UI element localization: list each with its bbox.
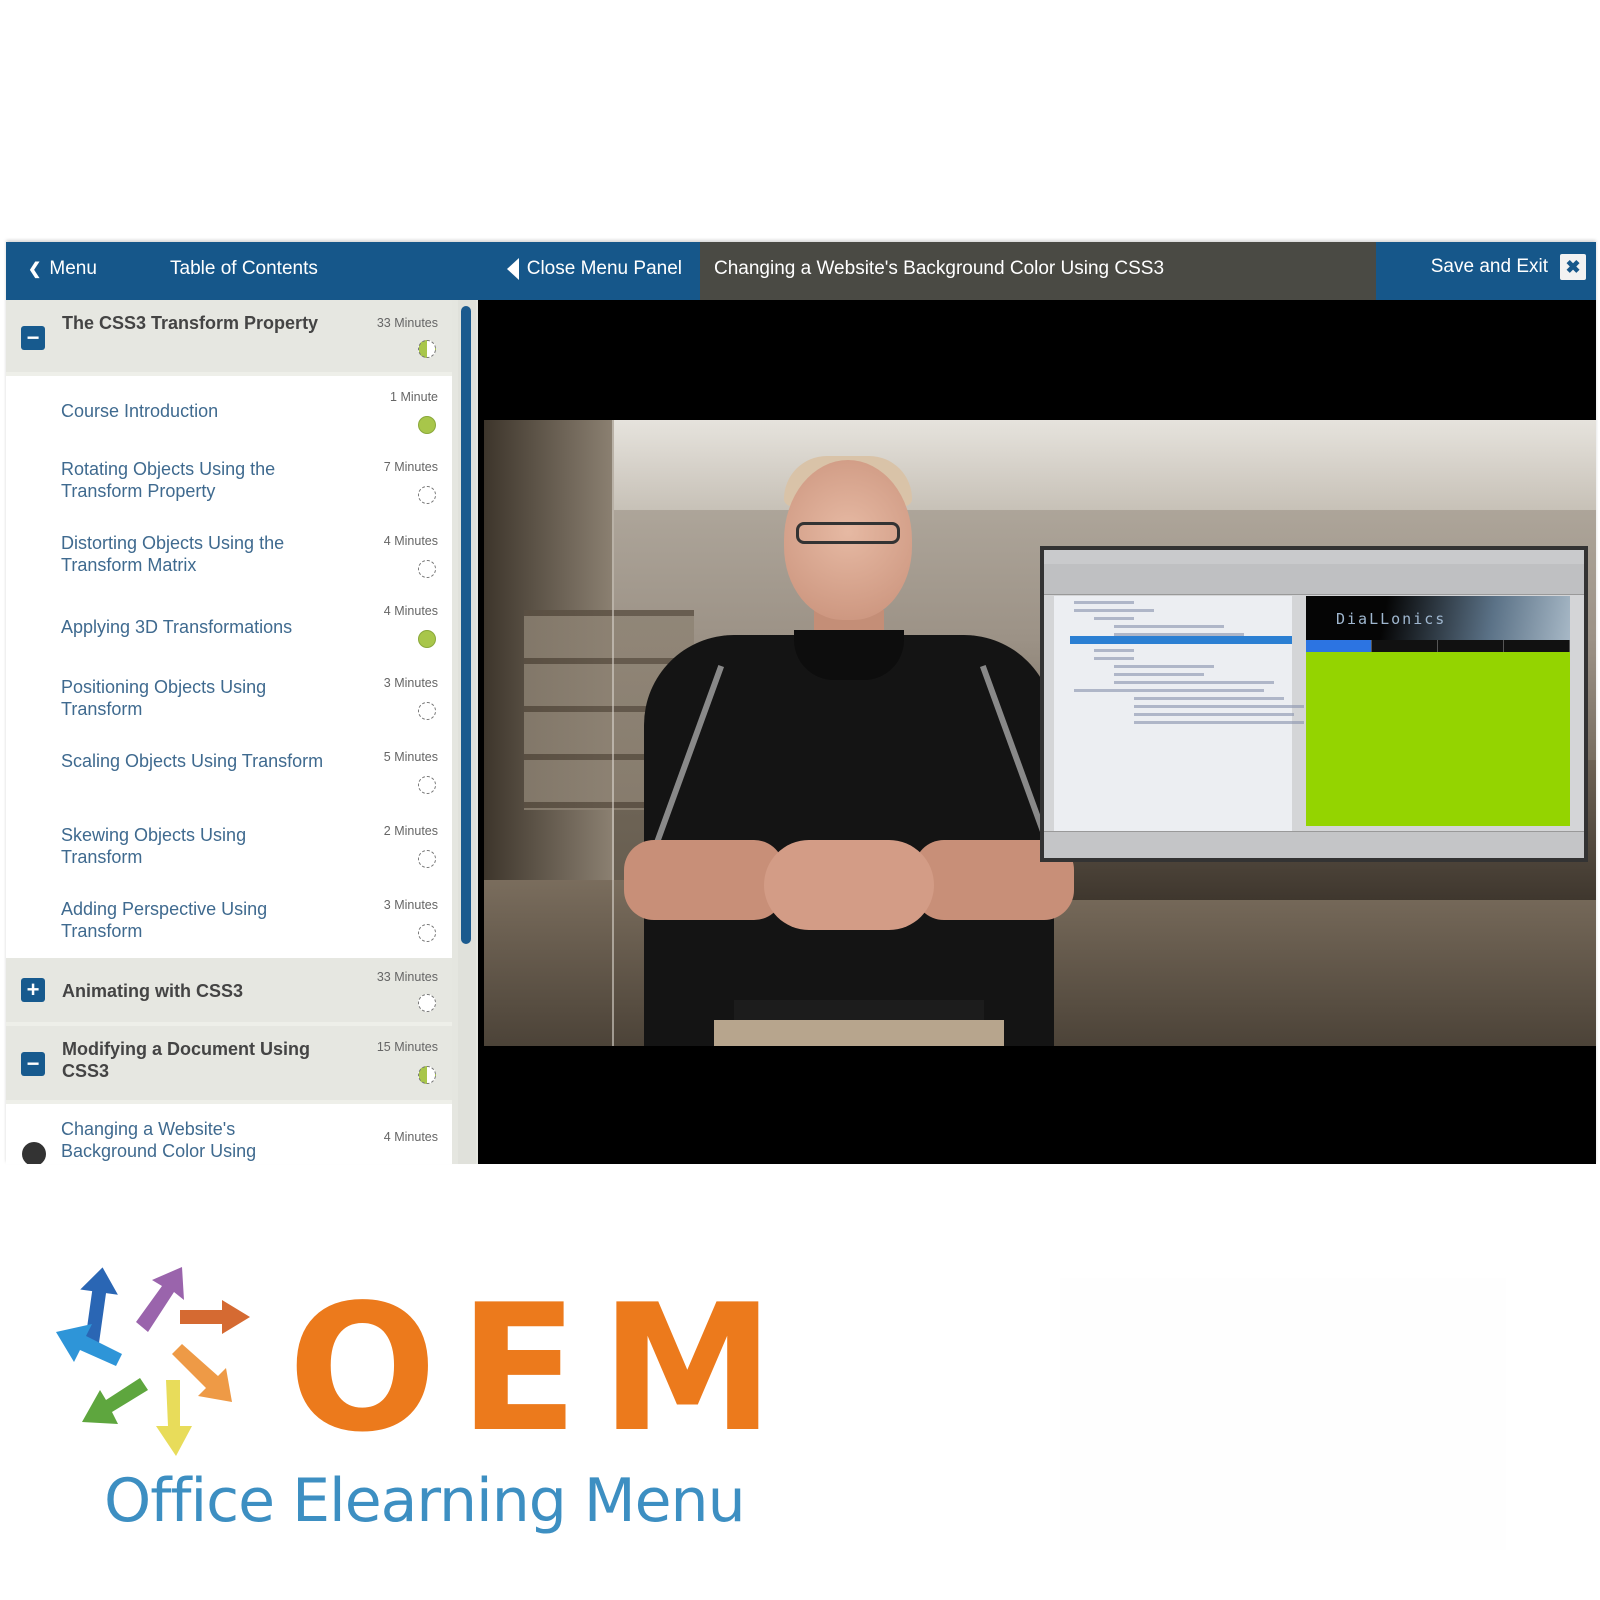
lesson-title: Adding Perspective Using Transform (61, 899, 268, 941)
complete-status-icon (418, 416, 436, 434)
current-lesson-icon (22, 1142, 46, 1164)
save-and-exit-button[interactable]: Save and Exit ✖ (1431, 254, 1586, 280)
video-player[interactable]: DiaLLonics (484, 300, 1596, 1164)
lesson-title: Positioning Objects Using Transform (61, 677, 267, 719)
lesson-duration: 7 Minutes (383, 460, 438, 474)
lesson-item[interactable]: Distorting Objects Using the Transform M… (6, 520, 452, 592)
lesson-item[interactable]: Rotating Objects Using the Transform Pro… (6, 446, 452, 520)
close-menu-panel-button[interactable]: Close Menu Panel (506, 258, 682, 280)
not-started-status-icon (418, 994, 436, 1012)
section-duration: 33 Minutes (376, 970, 438, 984)
close-icon: ✖ (1560, 254, 1586, 280)
lesson-title: Course Introduction (61, 401, 219, 421)
save-exit-area: Save and Exit ✖ (1376, 242, 1596, 300)
lesson-duration: 3 Minutes (383, 898, 438, 912)
lesson-title: Applying 3D Transformations (61, 617, 293, 637)
design-preview: DiaLLonics (1306, 596, 1570, 826)
lesson-duration: 3 Minutes (383, 676, 438, 690)
logo-letters: OEM (288, 1268, 797, 1471)
section-title: Modifying a Document Using CSS3 (62, 1039, 311, 1081)
lesson-item[interactable]: Applying 3D Transformations 4 Minutes (6, 592, 452, 664)
lesson-title: Skewing Objects Using Transform (61, 825, 247, 867)
lesson-item[interactable]: Course Introduction 1 Minute (6, 376, 452, 446)
not-started-status-icon (418, 560, 436, 578)
section-duration: 15 Minutes (376, 1040, 438, 1054)
not-started-status-icon (418, 702, 436, 720)
lesson-title: Changing a Website's Background Color Us… (714, 258, 1165, 279)
oem-logo: OEM Office Elearning Menu (52, 1262, 774, 1552)
arrow-purple-icon (136, 1267, 184, 1332)
table-of-contents-panel: − The CSS3 Transform Property 33 Minutes… (6, 300, 478, 1164)
collapse-icon[interactable]: − (21, 326, 45, 350)
toc-title: Table of Contents (170, 258, 318, 279)
save-and-exit-label: Save and Exit (1430, 256, 1548, 277)
menu-label: Menu (49, 258, 97, 279)
lesson-title-bar: Changing a Website's Background Color Us… (700, 242, 1376, 300)
lesson-title: Scaling Objects Using Transform (61, 751, 324, 771)
logo-text: Office Elearning Menu (104, 1466, 746, 1536)
arrow-orange-dark-icon (180, 1300, 250, 1334)
lesson-duration: 4 Minutes (383, 1130, 438, 1144)
toc-section[interactable]: − The CSS3 Transform Property 33 Minutes (6, 300, 452, 376)
section-title: The CSS3 Transform Property (62, 313, 319, 333)
code-pane (1054, 596, 1304, 832)
lesson-duration: 1 Minute (390, 390, 438, 404)
not-started-status-icon (418, 776, 436, 794)
lesson-item-current[interactable]: Changing a Website's Background Color Us… (6, 1104, 452, 1164)
not-started-status-icon (418, 486, 436, 504)
not-started-status-icon (418, 850, 436, 868)
chevron-left-icon: ❮ (28, 261, 42, 278)
lesson-duration: 2 Minutes (383, 824, 438, 838)
arrow-orange-light-icon (172, 1344, 232, 1402)
not-started-status-icon (418, 924, 436, 942)
player-top-bar: ❮ Menu Table of Contents Close Menu Pane… (6, 242, 1596, 300)
lesson-item[interactable]: Skewing Objects Using Transform 2 Minute… (6, 812, 452, 886)
collapse-icon[interactable]: − (21, 1052, 45, 1076)
toc-section[interactable]: + Animating with CSS3 33 Minutes (6, 958, 452, 1026)
complete-status-icon (418, 630, 436, 648)
lesson-item[interactable]: Adding Perspective Using Transform 3 Min… (6, 886, 452, 958)
expand-icon[interactable]: + (21, 978, 45, 1002)
triangle-left-icon (506, 258, 519, 280)
lesson-duration: 5 Minutes (383, 750, 438, 764)
toc-scrollbar[interactable] (461, 306, 471, 944)
arrow-yellow-icon (156, 1380, 192, 1456)
lesson-title: Rotating Objects Using the Transform Pro… (61, 459, 276, 501)
toc-section[interactable]: − Modifying a Document Using CSS3 15 Min… (6, 1026, 452, 1104)
video-frame: DiaLLonics (484, 420, 1596, 1046)
lesson-item[interactable]: Positioning Objects Using Transform 3 Mi… (6, 664, 452, 738)
arrow-green-icon (82, 1378, 148, 1424)
toc-header: ❮ Menu Table of Contents Close Menu Pane… (6, 242, 700, 300)
presenter (624, 456, 1074, 1046)
menu-button[interactable]: ❮ Menu (28, 258, 97, 280)
partial-progress-icon (418, 1066, 436, 1084)
lesson-item[interactable]: Scaling Objects Using Transform 5 Minute… (6, 738, 452, 812)
lesson-duration: 4 Minutes (383, 604, 438, 618)
partial-progress-icon (418, 340, 436, 358)
course-player: ❮ Menu Table of Contents Close Menu Pane… (6, 242, 1596, 1164)
lesson-title: Changing a Website's Background Color Us… (61, 1119, 257, 1161)
section-title: Animating with CSS3 (62, 981, 244, 1001)
preview-nav (1306, 640, 1570, 652)
arrows-logo-icon (56, 1267, 250, 1456)
glasses (796, 522, 900, 544)
selected-code (1070, 636, 1292, 644)
lesson-duration: 4 Minutes (383, 534, 438, 548)
close-menu-panel-label: Close Menu Panel (526, 258, 682, 279)
section-duration: 33 Minutes (376, 316, 438, 330)
lesson-title: Distorting Objects Using the Transform M… (61, 533, 285, 575)
code-editor-screenshot: DiaLLonics (1040, 546, 1588, 862)
blank-area (1060, 1278, 1506, 1550)
preview-site-logo: DiaLLonics (1336, 610, 1447, 628)
